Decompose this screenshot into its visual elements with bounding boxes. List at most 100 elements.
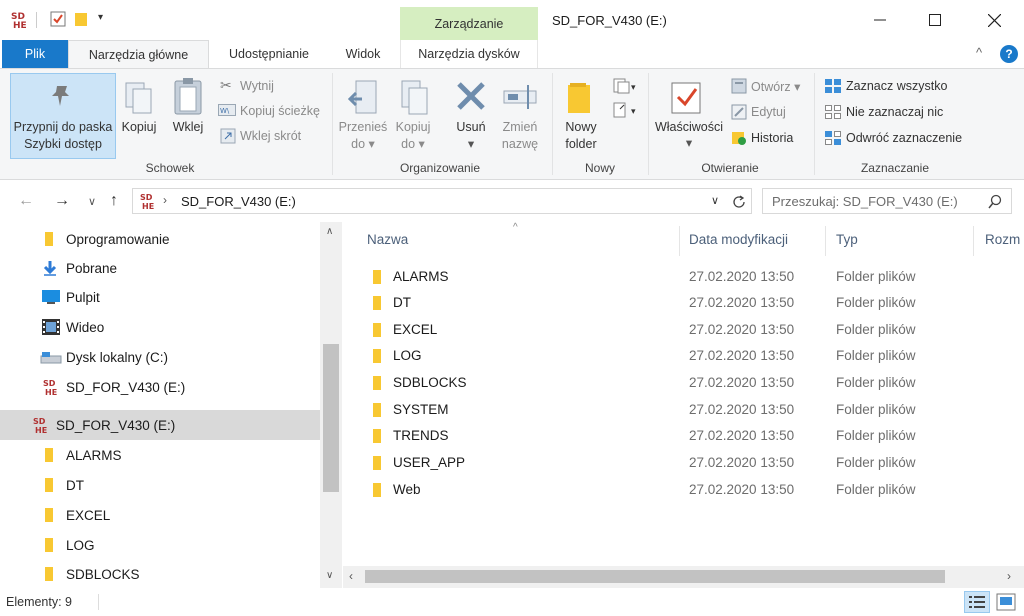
svg-text:SD: SD — [33, 417, 46, 426]
properties-icon[interactable] — [670, 79, 704, 115]
rename-button[interactable]: nazwę — [496, 136, 544, 152]
table-row[interactable]: SYSTEM 27.02.2020 13:50 Folder plików — [343, 397, 1024, 423]
address-bar[interactable]: SD HE › SD_FOR_V430 (E:) ∨ — [132, 188, 752, 214]
properties-check-icon[interactable] — [50, 11, 66, 27]
table-row[interactable]: SDBLOCKS 27.02.2020 13:50 Folder plików — [343, 370, 1024, 396]
nav-item-dt[interactable]: DT — [0, 470, 320, 500]
status-bar: Elementy: 9 — [0, 588, 1024, 616]
forward-arrow-icon[interactable]: → — [54, 192, 70, 210]
select-none-button[interactable]: Nie zaznaczaj nic — [846, 105, 943, 119]
cut-button[interactable]: Wytnij — [240, 79, 274, 93]
tab-view[interactable]: Widok — [330, 40, 396, 68]
properties-label[interactable]: Właściwości — [652, 119, 726, 135]
delete-label[interactable]: Usuń — [448, 119, 494, 135]
new-item-icon[interactable]: ▾ — [612, 77, 638, 95]
delete-icon[interactable] — [456, 81, 486, 111]
table-row[interactable]: USER_APP 27.02.2020 13:50 Folder plików — [343, 450, 1024, 476]
horizontal-scrollbar-thumb[interactable] — [365, 570, 945, 583]
new-folder-button[interactable]: folder — [558, 136, 604, 152]
nav-item-videos[interactable]: Wideo — [0, 312, 320, 342]
nav-scrollbar-thumb[interactable] — [323, 344, 339, 492]
column-header-date[interactable]: Data modyfikacji — [689, 232, 788, 247]
nav-item-sd-drive-selected[interactable]: SD HE SD_FOR_V430 (E:) — [0, 410, 320, 440]
help-icon[interactable]: ? — [1000, 45, 1018, 63]
new-folder-qat-icon[interactable] — [74, 11, 88, 27]
refresh-icon[interactable] — [731, 194, 747, 210]
file-name: Web — [393, 482, 421, 497]
table-row[interactable]: TRENDS 27.02.2020 13:50 Folder plików — [343, 423, 1024, 449]
search-icon[interactable] — [987, 194, 1003, 210]
table-row[interactable]: Web 27.02.2020 13:50 Folder plików — [343, 477, 1024, 503]
rename-icon[interactable] — [502, 83, 540, 111]
details-view-icon[interactable] — [964, 591, 990, 613]
open-button[interactable]: Otwórz ▾ — [751, 79, 800, 94]
move-to-icon[interactable] — [348, 79, 380, 117]
paste-shortcut-button[interactable]: Wklej skrót — [240, 129, 301, 143]
nav-scrollbar[interactable]: ∧ ∨ — [320, 222, 342, 588]
nav-item-excel[interactable]: EXCEL — [0, 500, 320, 530]
paste-icon[interactable] — [172, 77, 204, 117]
sd-drive-icon: SD HE — [11, 12, 27, 30]
search-input[interactable]: Przeszukaj: SD_FOR_V430 (E:) — [762, 188, 1012, 214]
copy-to-button[interactable]: do ▾ — [390, 136, 436, 152]
nav-item-oprogramowanie[interactable]: Oprogramowanie — [0, 224, 320, 254]
svg-text:HE: HE — [142, 202, 154, 210]
nav-item-downloads[interactable]: Pobrane — [0, 253, 320, 283]
scroll-left-icon[interactable]: ‹ — [349, 569, 353, 583]
nav-item-desktop[interactable]: Pulpit — [0, 282, 320, 312]
column-header-type[interactable]: Typ — [836, 232, 858, 247]
scroll-down-icon[interactable]: ∨ — [326, 570, 333, 581]
recent-locations-chevron-icon[interactable]: ∨ — [88, 195, 96, 208]
move-to-button[interactable]: do ▾ — [338, 136, 388, 152]
tab-home[interactable]: Narzędzia główne — [68, 40, 209, 69]
properties-dropdown-icon[interactable]: ▾ — [652, 135, 726, 151]
scroll-up-icon[interactable]: ∧ — [326, 226, 333, 237]
copy-button[interactable]: Kopiuj — [116, 119, 162, 135]
nav-item-label: SDBLOCKS — [66, 566, 140, 582]
collapse-ribbon-icon[interactable]: ^ — [976, 45, 982, 60]
history-button[interactable]: Historia — [751, 131, 793, 145]
column-header-name[interactable]: Nazwa — [367, 232, 408, 247]
copy-to-icon[interactable] — [400, 79, 430, 117]
nav-item-sd-drive[interactable]: SD HE SD_FOR_V430 (E:) — [0, 372, 320, 402]
column-divider[interactable] — [679, 226, 680, 256]
file-list: ^ Nazwa Data modyfikacji Typ Rozm ALARMS… — [343, 222, 1024, 588]
select-all-button[interactable]: Zaznacz wszystko — [846, 79, 947, 93]
edit-button[interactable]: Edytuj — [751, 105, 786, 119]
scroll-right-icon[interactable]: › — [1007, 569, 1011, 583]
up-arrow-icon[interactable]: ↑ — [110, 192, 118, 210]
back-arrow-icon[interactable]: ← — [18, 192, 34, 210]
invert-selection-button[interactable]: Odwróć zaznaczenie — [846, 131, 962, 145]
copy-icon[interactable] — [124, 81, 154, 117]
table-row[interactable]: DT 27.02.2020 13:50 Folder plików — [343, 290, 1024, 316]
large-icons-view-icon[interactable] — [996, 593, 1016, 611]
new-folder-icon[interactable] — [566, 81, 594, 115]
table-row[interactable]: EXCEL 27.02.2020 13:50 Folder plików — [343, 317, 1024, 343]
tab-file[interactable]: Plik — [2, 40, 68, 68]
breadcrumb-chevron-icon[interactable]: › — [163, 193, 167, 207]
nav-item-local-disk[interactable]: Dysk lokalny (C:) — [0, 342, 320, 372]
easy-access-icon[interactable]: ▾ — [612, 101, 638, 119]
copy-path-button[interactable]: Kopiuj ścieżkę — [240, 104, 320, 118]
drive-icon — [40, 352, 62, 364]
column-header-size[interactable]: Rozm — [985, 232, 1020, 247]
breadcrumb[interactable]: SD_FOR_V430 (E:) — [181, 194, 296, 209]
table-row[interactable]: ALARMS 27.02.2020 13:50 Folder plików — [343, 264, 1024, 290]
nav-item-log[interactable]: LOG — [0, 530, 320, 560]
table-row[interactable]: LOG 27.02.2020 13:50 Folder plików — [343, 343, 1024, 369]
qat-dropdown-icon[interactable]: ▾ — [98, 12, 103, 23]
address-dropdown-icon[interactable]: ∨ — [711, 194, 719, 207]
horizontal-scrollbar[interactable]: ‹ › — [343, 566, 1024, 588]
nav-item-sdblocks[interactable]: SDBLOCKS — [0, 559, 320, 589]
paste-button[interactable]: Wklej — [166, 119, 210, 135]
column-divider[interactable] — [973, 226, 974, 256]
minimize-button[interactable] — [850, 0, 910, 40]
nav-item-alarms[interactable]: ALARMS — [0, 440, 320, 470]
delete-dropdown-icon[interactable]: ▾ — [448, 136, 494, 152]
group-label-open: Otwieranie — [701, 161, 759, 175]
close-button[interactable] — [964, 0, 1024, 40]
column-divider[interactable] — [825, 226, 826, 256]
tab-disk-tools[interactable]: Narzędzia dysków — [400, 40, 538, 68]
maximize-button[interactable] — [905, 0, 965, 40]
tab-share[interactable]: Udostępnianie — [214, 40, 324, 68]
